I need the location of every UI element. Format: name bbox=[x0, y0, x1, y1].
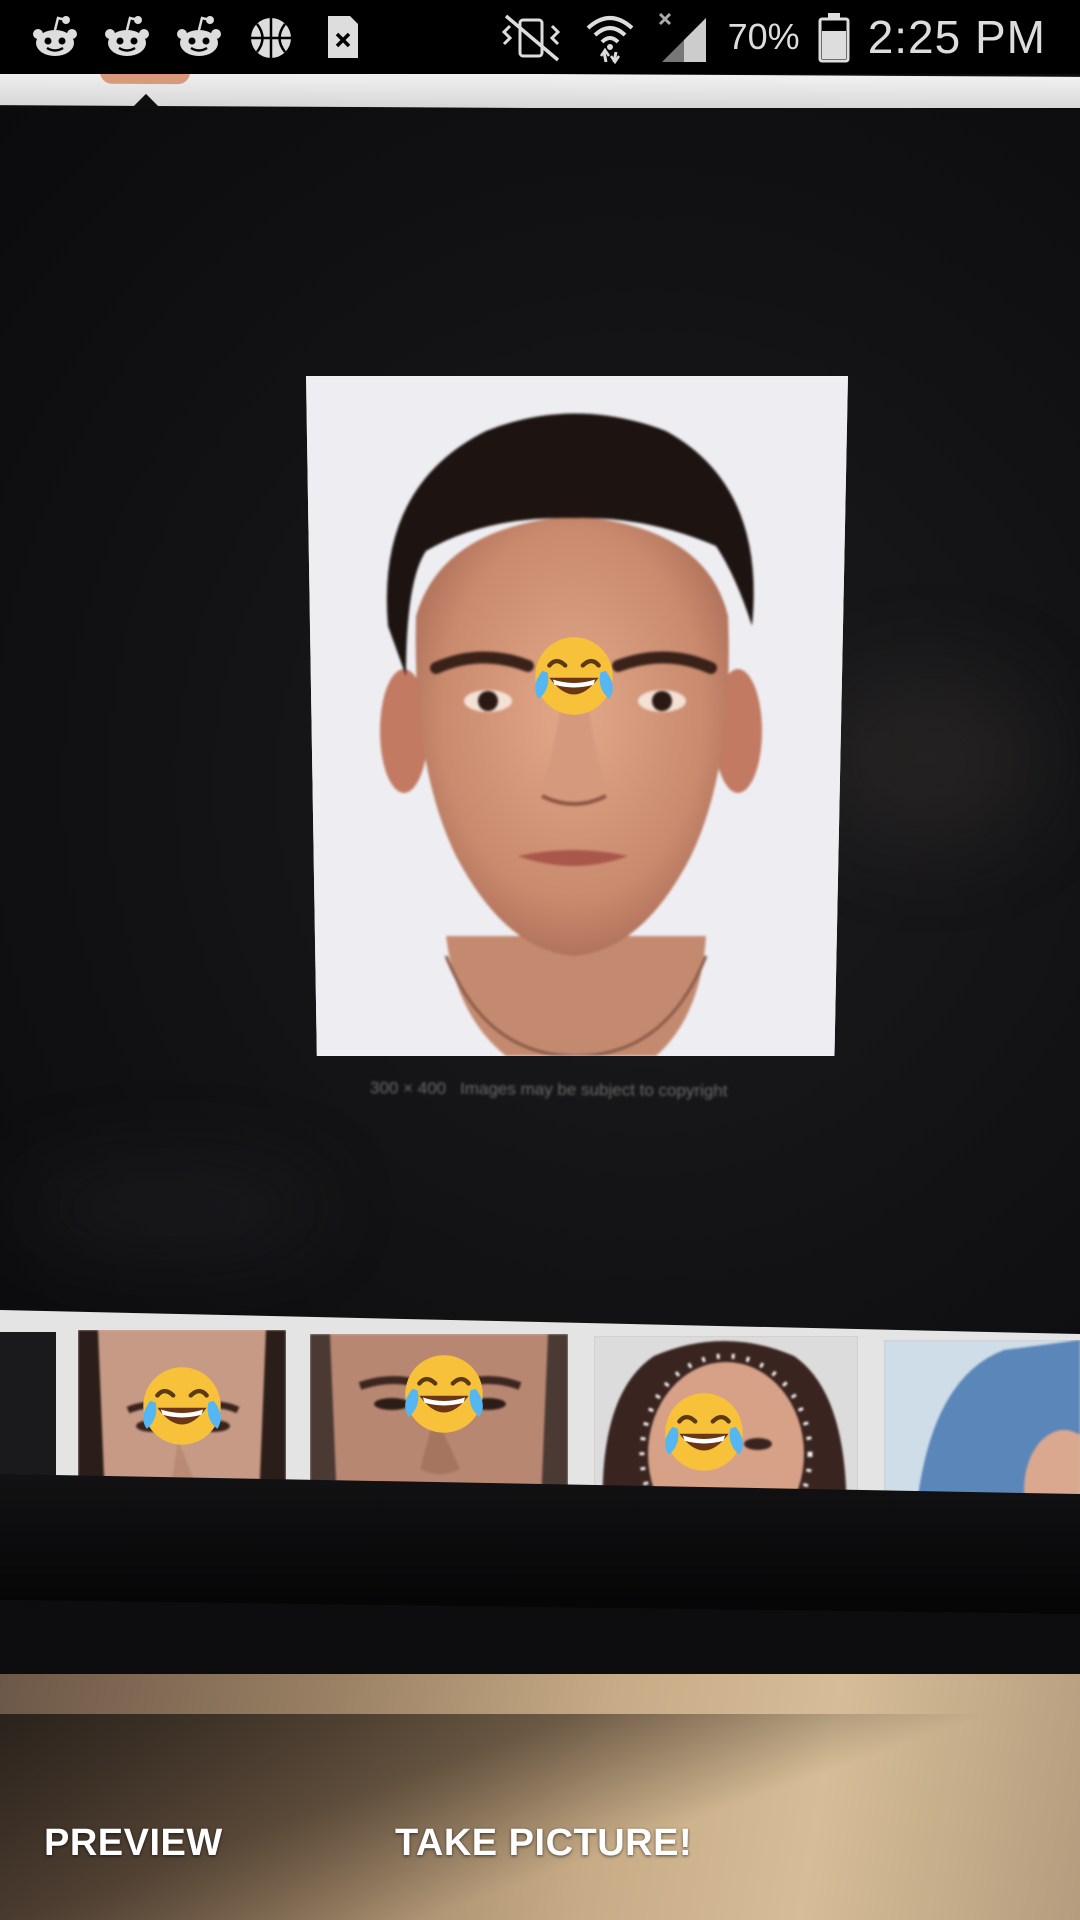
face-with-tears-of-joy-icon bbox=[665, 1393, 743, 1471]
screen-glare bbox=[820, 668, 1040, 848]
reddit-icon bbox=[105, 16, 149, 56]
reddit-icon bbox=[177, 16, 221, 56]
thumbnail-edge bbox=[100, 74, 190, 85]
take-picture-button[interactable]: TAKE PICTURE! bbox=[395, 1822, 692, 1865]
preview-button[interactable]: PREVIEW bbox=[44, 1822, 223, 1865]
battery-icon bbox=[818, 13, 850, 63]
selection-pointer bbox=[132, 93, 160, 109]
clock: 2:25 PM bbox=[867, 11, 1046, 63]
face-with-tears-of-joy-icon bbox=[143, 1367, 221, 1445]
reddit-icon bbox=[33, 16, 77, 56]
browser-image-strip-edge bbox=[0, 74, 1080, 111]
monitor-bezel bbox=[0, 1474, 1080, 1614]
signal-icon bbox=[658, 12, 706, 62]
notification-icons bbox=[30, 12, 368, 62]
battery-percent: 70% bbox=[727, 16, 800, 57]
face-with-tears-of-joy-icon bbox=[405, 1355, 483, 1433]
desk-shadow bbox=[0, 1714, 1080, 1920]
copyright-notice: Images may be subject to copyright bbox=[460, 1079, 728, 1101]
wifi-icon bbox=[586, 16, 633, 64]
image-caption: 300 × 400 Images may be subject to copyr… bbox=[370, 1078, 770, 1101]
file-close-icon bbox=[328, 16, 358, 58]
camera-viewfinder[interactable]: 300 × 400 Images may be subject to copyr… bbox=[0, 74, 1080, 1920]
status-bar: 70% 2:25 PM bbox=[0, 0, 1080, 74]
screen-glare bbox=[20, 1168, 320, 1248]
system-status: 70% 2:25 PM bbox=[498, 10, 1046, 64]
basketball-icon bbox=[251, 18, 291, 58]
face-with-tears-of-joy-icon bbox=[535, 637, 613, 715]
vibrate-mute-icon bbox=[501, 14, 560, 62]
image-dimensions: 300 × 400 bbox=[369, 1078, 447, 1098]
